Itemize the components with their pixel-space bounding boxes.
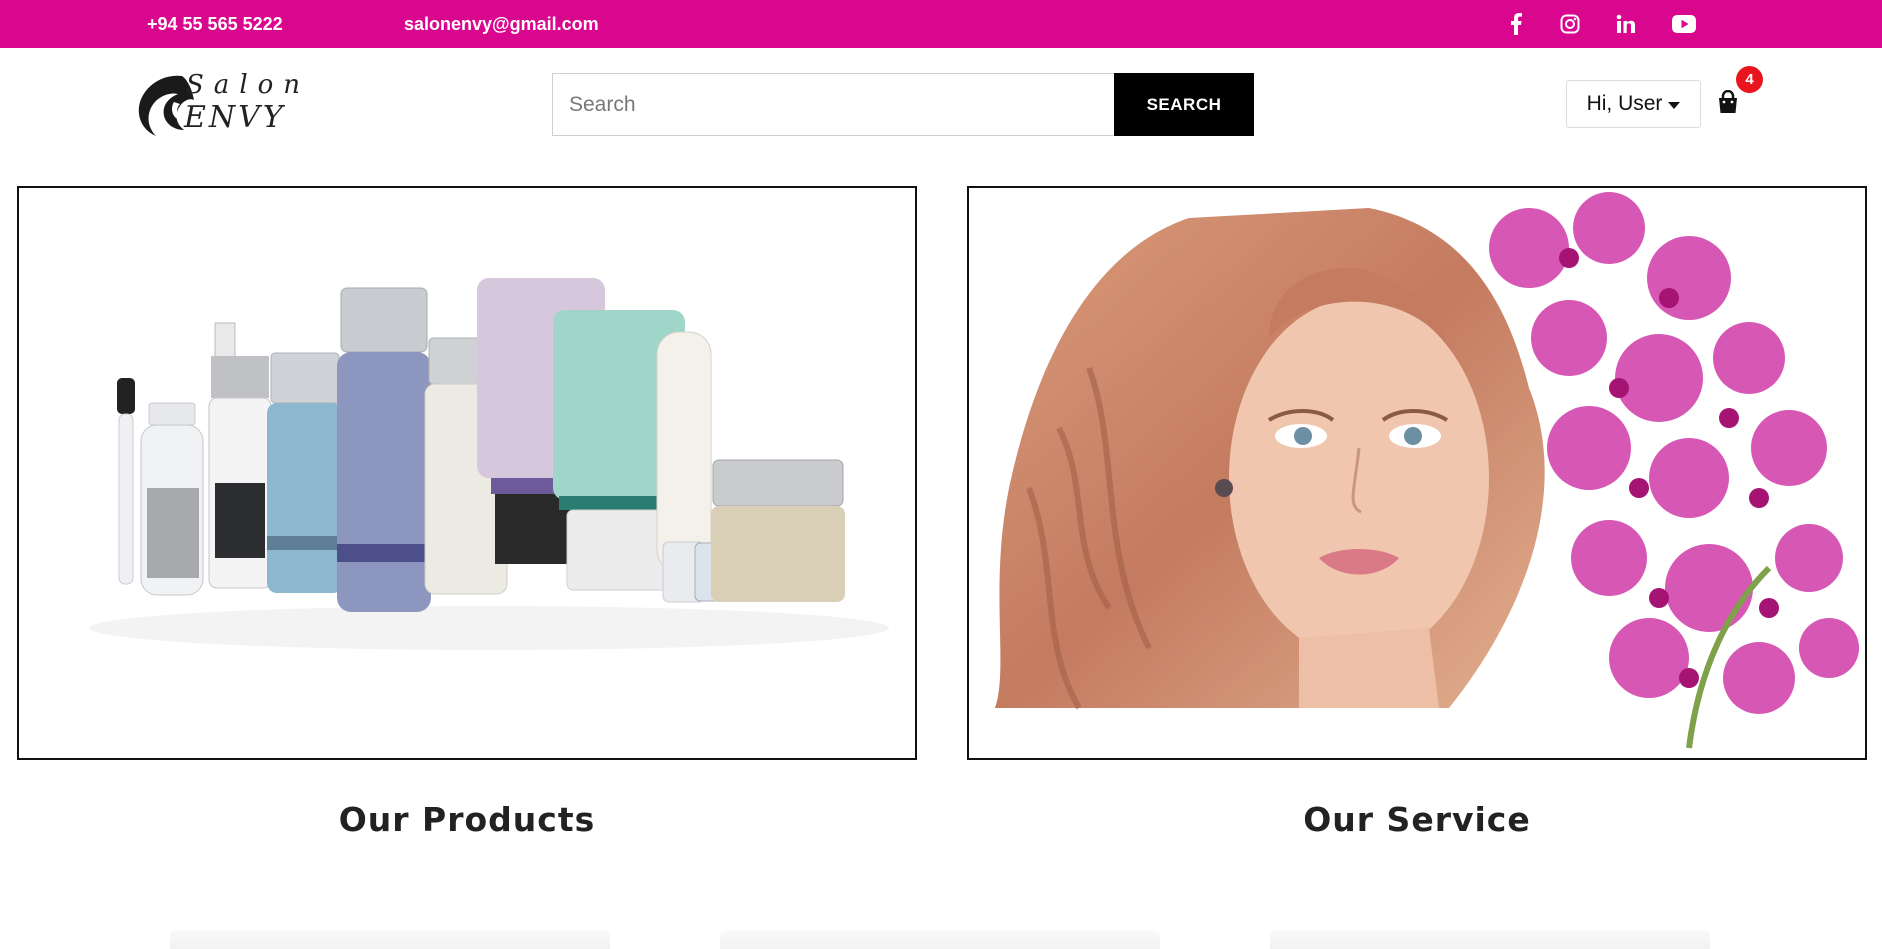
facebook-icon[interactable] <box>1503 12 1529 36</box>
below-fold-card <box>170 930 610 949</box>
shopping-bag-icon[interactable] <box>1717 89 1739 114</box>
cart-count-badge: 4 <box>1736 66 1763 93</box>
logo-text-envy: ENVY <box>184 100 286 135</box>
search-button[interactable]: SEARCH <box>1114 73 1254 136</box>
contact-email: salonenvy@gmail.com <box>404 14 599 34</box>
user-menu-label: Hi, User <box>1586 92 1663 115</box>
top-contact-bar: +94 55 565 5222 salonenvy@gmail.com <box>0 0 1882 48</box>
salon-envy-logo[interactable]: Salon ENVY <box>134 70 304 142</box>
products-card[interactable] <box>17 186 917 760</box>
user-menu-dropdown[interactable]: Hi, User <box>1566 80 1701 128</box>
below-fold-card <box>1270 930 1710 949</box>
logo-text-salon: Salon <box>186 70 311 100</box>
our-service-heading[interactable]: Our Service <box>967 800 1867 839</box>
service-card[interactable] <box>967 186 1867 760</box>
contact-phone: +94 55 565 5222 <box>147 14 283 34</box>
below-fold-card <box>720 930 1160 949</box>
linkedin-icon[interactable] <box>1613 12 1639 36</box>
below-fold-content <box>170 930 1710 949</box>
search-input[interactable] <box>552 73 1114 136</box>
our-products-heading[interactable]: Our Products <box>17 800 917 839</box>
woman-with-orchids-photo <box>969 188 1865 758</box>
caret-down-icon <box>1668 101 1681 109</box>
hair-product-bottles-photo <box>19 188 915 758</box>
search-bar: SEARCH <box>552 73 1254 136</box>
instagram-icon[interactable] <box>1557 12 1583 36</box>
youtube-icon[interactable] <box>1671 12 1697 36</box>
